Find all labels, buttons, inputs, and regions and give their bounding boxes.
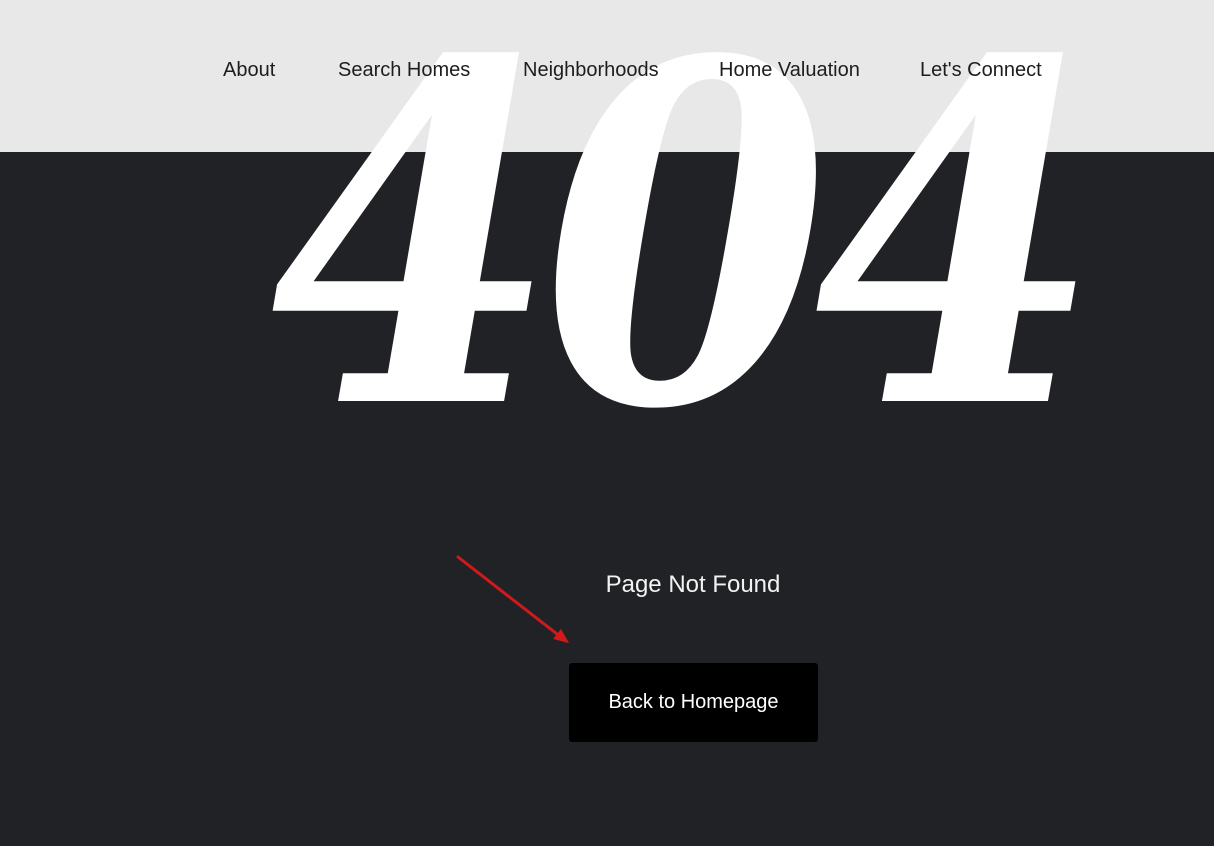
nav-item-home-valuation[interactable]: Home Valuation <box>719 57 860 83</box>
error-code: 404 <box>270 0 1102 512</box>
red-arrow-icon <box>456 555 569 643</box>
nav-item-neighborhoods[interactable]: Neighborhoods <box>523 57 659 83</box>
main-navigation: About Search Homes Neighborhoods Home Va… <box>0 57 1214 83</box>
error-page: About Search Homes Neighborhoods Home Va… <box>0 0 1214 846</box>
nav-item-about[interactable]: About <box>223 57 275 83</box>
page-not-found-message: Page Not Found <box>605 571 781 598</box>
nav-item-lets-connect[interactable]: Let's Connect <box>920 57 1042 83</box>
back-to-homepage-button[interactable]: Back to Homepage <box>569 663 818 742</box>
nav-item-search-homes[interactable]: Search Homes <box>338 57 470 83</box>
